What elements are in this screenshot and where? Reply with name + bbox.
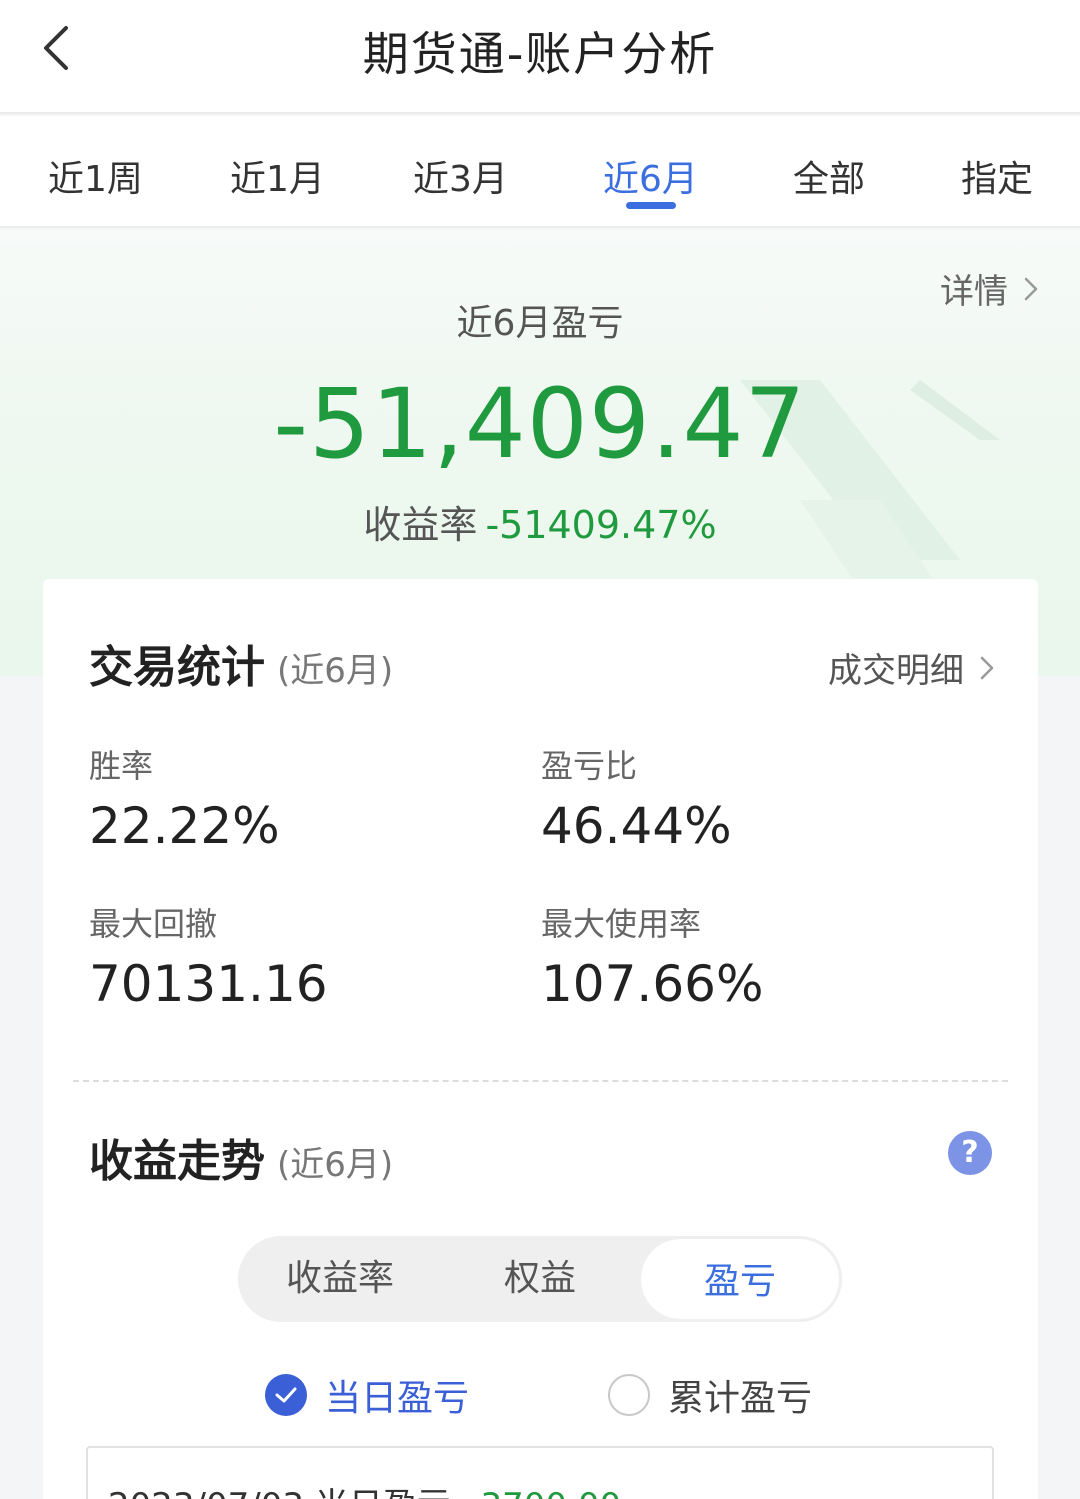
- return-rate-line: 收益率 -51409.47%: [0, 494, 1080, 549]
- return-rate-label: 收益率: [363, 503, 478, 547]
- analysis-card: 交易统计 (近6月) 成交明细 胜率 22.22% 盈亏比 46.44% 最大回撤…: [43, 579, 1038, 1499]
- segment-pnl[interactable]: 盈亏: [638, 1236, 842, 1322]
- trend-segmented-control: 收益率 权益 盈亏: [238, 1236, 842, 1322]
- tooltip-label: 当日盈亏:: [315, 1486, 462, 1499]
- profit-loss-ratio-value: 46.44%: [541, 797, 732, 855]
- max-drawdown-label: 最大回撤: [89, 905, 218, 943]
- trend-heading: 收益走势 (近6月): [89, 1125, 393, 1189]
- active-tab-indicator: [626, 202, 676, 209]
- period-tab-bar: 近1周 近1月 近3月 近6月 全部 指定: [0, 116, 1080, 228]
- chevron-right-icon: [980, 656, 994, 679]
- trade-stats-title: 交易统计: [89, 642, 265, 693]
- return-rate-value: -51409.47%: [485, 503, 717, 547]
- daily-pnl-option[interactable]: 当日盈亏: [265, 1369, 469, 1421]
- win-rate-value: 22.22%: [89, 797, 280, 855]
- max-drawdown-value: 70131.16: [89, 955, 328, 1013]
- trade-stats-heading: 交易统计 (近6月): [89, 631, 393, 695]
- max-usage-rate-value: 107.66%: [541, 955, 764, 1013]
- top-nav-bar: 期货通-账户分析: [0, 0, 1080, 114]
- trade-detail-link[interactable]: 成交明细: [828, 643, 994, 692]
- page-title: 期货通-账户分析: [362, 27, 718, 81]
- tab-all[interactable]: 全部: [793, 150, 865, 202]
- segment-equity[interactable]: 权益: [438, 1236, 642, 1322]
- trend-subtitle: (近6月): [277, 1145, 394, 1185]
- tooltip-value: -3700.00: [468, 1486, 621, 1499]
- tab-3-months[interactable]: 近3月: [413, 150, 508, 202]
- tab-1-week[interactable]: 近1周: [48, 150, 143, 202]
- trade-stats-subtitle: (近6月): [277, 651, 394, 691]
- cumulative-pnl-label: 累计盈亏: [668, 1378, 813, 1419]
- radio-unchecked-icon: [608, 1374, 650, 1416]
- trend-title: 收益走势: [89, 1136, 265, 1187]
- tab-1-month[interactable]: 近1月: [230, 150, 325, 202]
- segment-return-rate[interactable]: 收益率: [238, 1236, 442, 1322]
- win-rate-label: 胜率: [89, 747, 154, 785]
- pnl-value: -51,409.47: [273, 368, 807, 480]
- tab-6-months[interactable]: 近6月: [603, 150, 698, 202]
- section-divider: [73, 1080, 1008, 1082]
- chart-tooltip: 2023/07/03 当日盈亏: -3700.00: [86, 1446, 994, 1499]
- cumulative-pnl-option[interactable]: 累计盈亏: [608, 1369, 812, 1421]
- tooltip-date: 2023/07/03: [108, 1486, 304, 1499]
- help-icon[interactable]: ?: [948, 1131, 992, 1175]
- pnl-period-label: 近6月盈亏: [456, 303, 624, 344]
- max-usage-rate-label: 最大使用率: [541, 905, 702, 943]
- profit-loss-ratio-label: 盈亏比: [541, 747, 638, 785]
- tab-custom[interactable]: 指定: [961, 150, 1033, 202]
- tooltip-line: 2023/07/03 当日盈亏: -3700.00: [108, 1478, 621, 1499]
- checkbox-checked-icon: [265, 1374, 307, 1416]
- daily-pnl-label: 当日盈亏: [325, 1378, 470, 1419]
- trade-detail-label: 成交明细: [828, 651, 964, 691]
